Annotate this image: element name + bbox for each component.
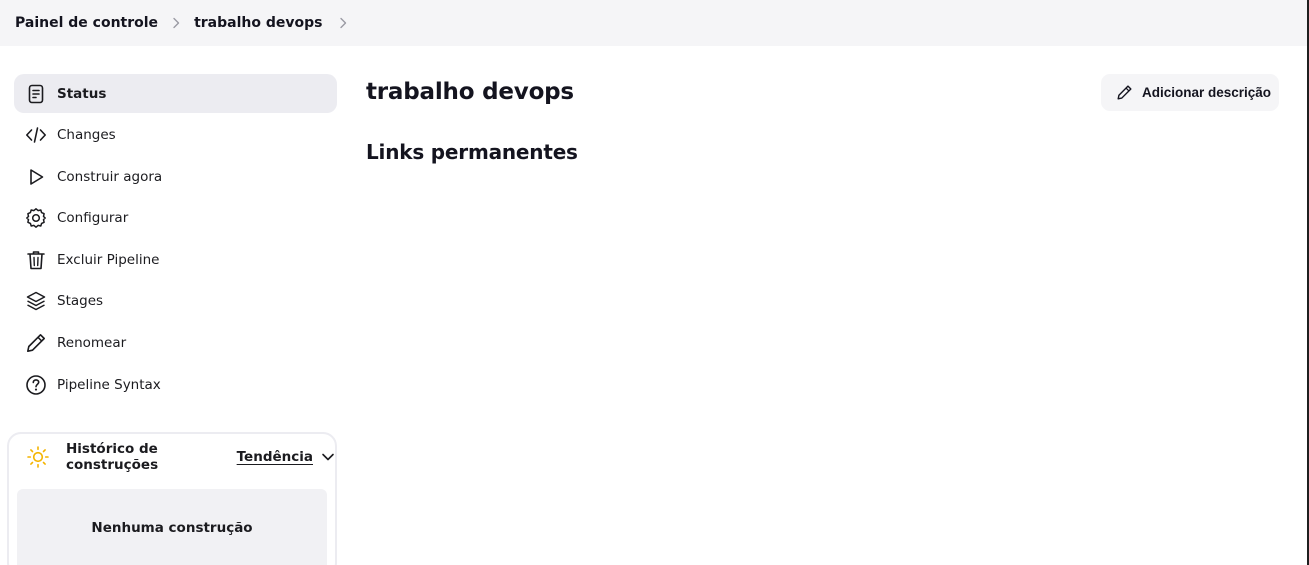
pencil-icon — [25, 332, 47, 354]
sidebar-item-stages[interactable]: Stages — [14, 282, 337, 321]
breadcrumb: Painel de controle trabalho devops — [0, 0, 1307, 46]
sidebar-item-configure[interactable]: Configurar — [14, 199, 337, 238]
add-description-button[interactable]: Adicionar descrição — [1101, 74, 1279, 111]
sidebar-item-label: Stages — [57, 293, 104, 310]
sun-icon — [26, 445, 50, 469]
chevron-right-icon — [158, 13, 194, 33]
sidebar-item-pipeline-syntax[interactable]: Pipeline Syntax — [14, 365, 337, 404]
sidebar-item-build-now[interactable]: Construir agora — [14, 157, 337, 196]
chevron-right-icon[interactable] — [322, 13, 348, 33]
breadcrumb-dashboard-link[interactable]: Painel de controle — [15, 15, 158, 31]
sidebar-item-label: Renomear — [57, 335, 127, 352]
layers-icon — [25, 290, 47, 312]
sidebar-item-status[interactable]: Status — [14, 74, 337, 113]
breadcrumb-job-link[interactable]: trabalho devops — [194, 15, 322, 31]
build-history-card: Histórico de construções Tendência Nenhu… — [7, 432, 337, 565]
chevron-down-icon[interactable] — [321, 450, 335, 464]
sidebar-item-label: Changes — [57, 127, 116, 144]
sidebar-item-label: Status — [57, 85, 107, 102]
add-description-label: Adicionar descrição — [1142, 85, 1272, 100]
document-icon — [25, 83, 47, 105]
gear-icon — [25, 207, 47, 229]
sidebar-item-label: Configurar — [57, 210, 129, 227]
trash-icon — [25, 249, 47, 271]
permalinks-heading: Links permanentes — [366, 140, 578, 164]
play-icon — [25, 166, 47, 188]
sidebar-item-rename[interactable]: Renomear — [14, 324, 337, 363]
build-history-empty-state: Nenhuma construção — [17, 489, 327, 565]
sidebar-item-changes[interactable]: Changes — [14, 116, 337, 155]
sidebar-item-label: Excluir Pipeline — [57, 251, 160, 268]
sidebar-item-delete-pipeline[interactable]: Excluir Pipeline — [14, 240, 337, 279]
help-circle-icon — [25, 374, 47, 396]
pencil-icon — [1116, 84, 1133, 101]
sidebar: Status Changes Construir agora Configura… — [14, 74, 337, 407]
sidebar-item-label: Pipeline Syntax — [57, 376, 161, 393]
page-title: trabalho devops — [366, 79, 574, 105]
no-builds-text: Nenhuma construção — [91, 520, 253, 536]
code-icon — [25, 124, 47, 146]
build-history-header: Histórico de construções Tendência — [9, 434, 335, 480]
sidebar-item-label: Construir agora — [57, 168, 163, 185]
trend-link[interactable]: Tendência — [237, 449, 313, 465]
build-history-title: Histórico de construções — [66, 441, 159, 473]
